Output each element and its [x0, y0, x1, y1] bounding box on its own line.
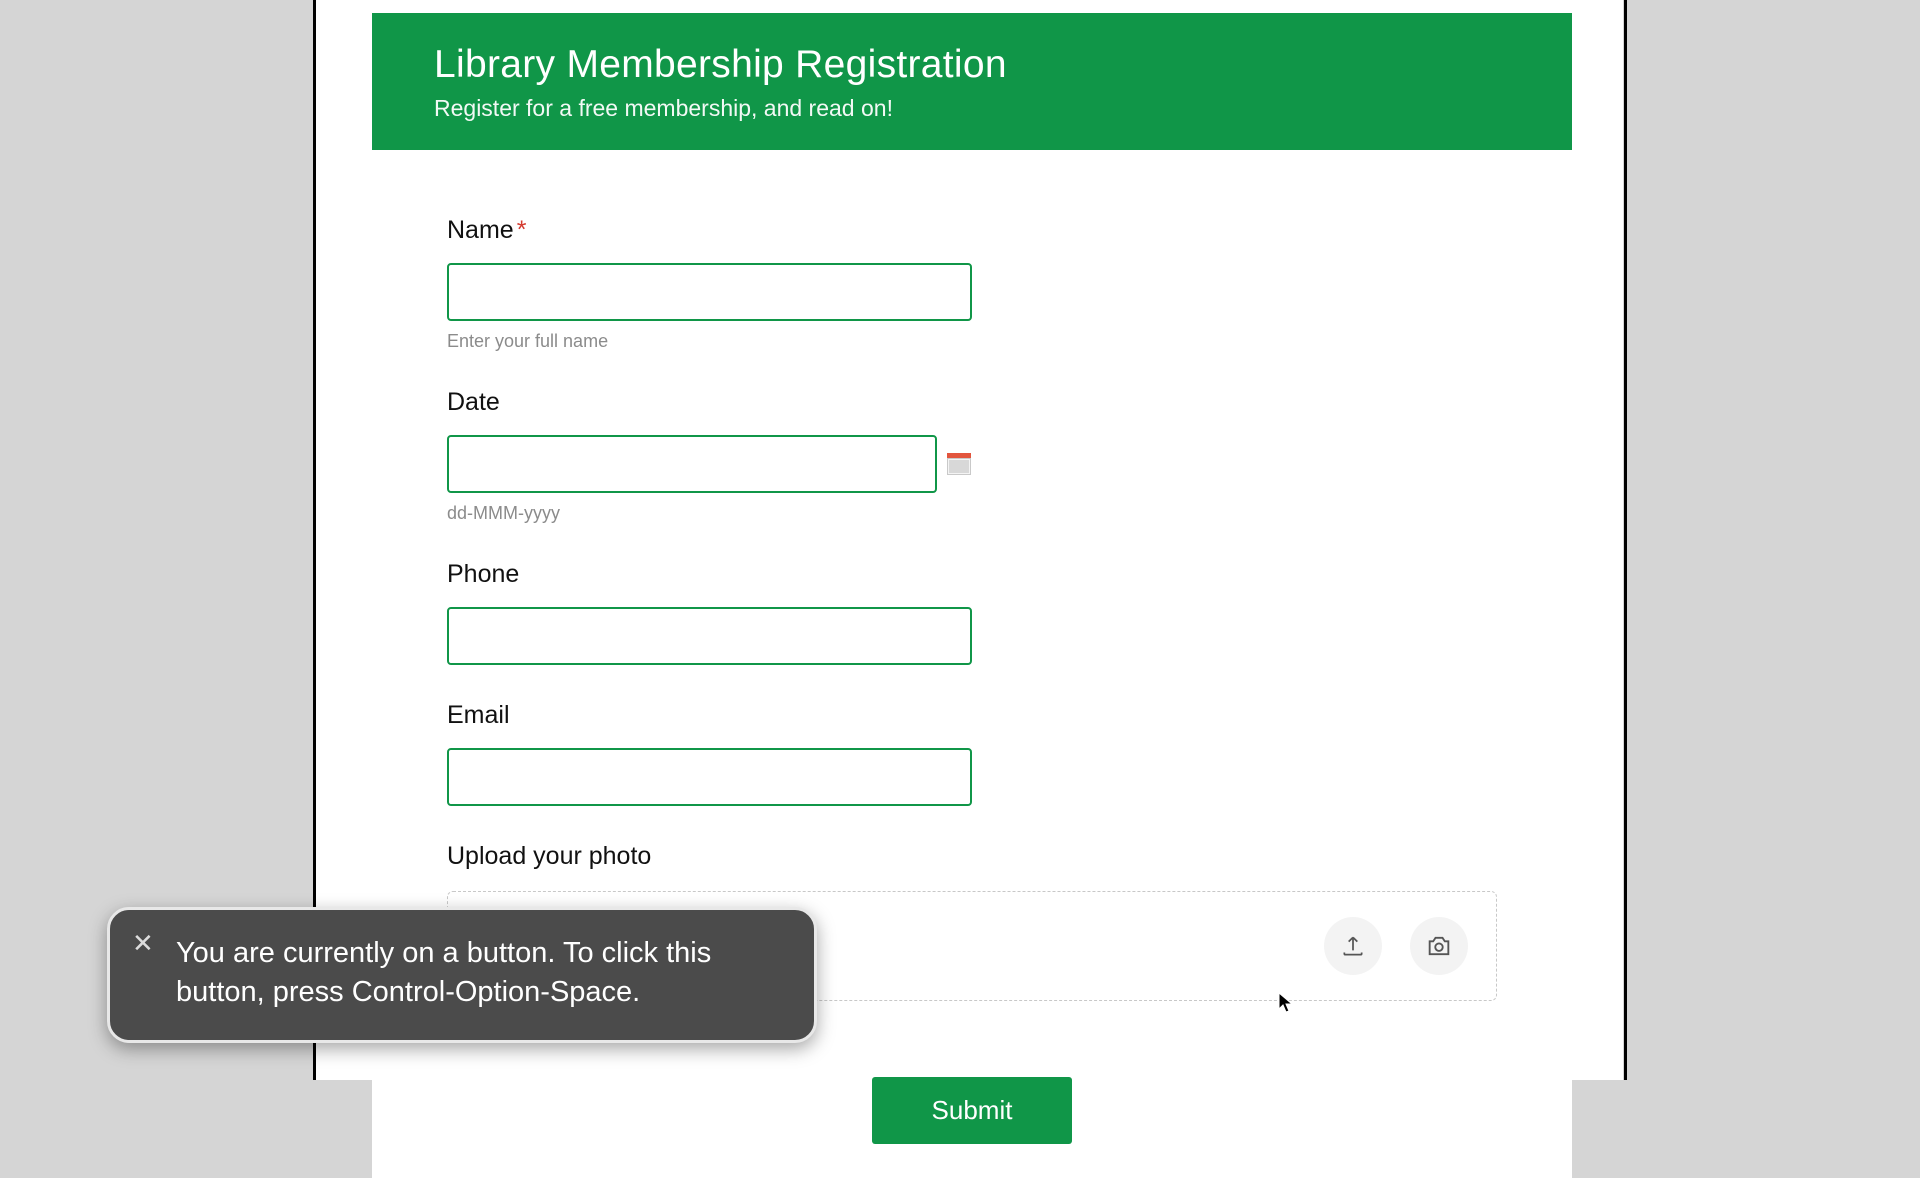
field-phone: Phone: [447, 560, 1497, 665]
date-helper: dd-MMM-yyyy: [447, 503, 1497, 524]
field-email: Email: [447, 701, 1497, 806]
name-input[interactable]: [447, 263, 972, 321]
voiceover-tooltip: ✕ You are currently on a button. To clic…: [107, 907, 817, 1043]
name-helper: Enter your full name: [447, 331, 1497, 352]
phone-label: Phone: [447, 560, 1497, 589]
form-title: Library Membership Registration: [434, 43, 1510, 87]
date-input[interactable]: [447, 435, 937, 493]
email-input[interactable]: [447, 748, 972, 806]
close-icon[interactable]: ✕: [132, 930, 154, 956]
upload-icon-group: [1324, 917, 1468, 975]
submit-button[interactable]: Submit: [872, 1077, 1073, 1144]
name-label: Name*: [447, 216, 1497, 245]
form-header: Library Membership Registration Register…: [372, 13, 1572, 150]
name-label-text: Name: [447, 216, 514, 244]
phone-input[interactable]: [447, 607, 972, 665]
form-subtitle: Register for a free membership, and read…: [434, 95, 1510, 122]
camera-icon[interactable]: [1410, 917, 1468, 975]
field-date: Date dd-MMM-yyyy: [447, 388, 1497, 524]
email-label: Email: [447, 701, 1497, 730]
field-name: Name* Enter your full name: [447, 216, 1497, 352]
required-mark: *: [517, 216, 527, 244]
window-border-right: [1624, 0, 1627, 1080]
calendar-icon[interactable]: [947, 453, 971, 475]
date-label: Date: [447, 388, 1497, 417]
voiceover-message: You are currently on a button. To click …: [166, 934, 784, 1012]
upload-label: Upload your photo: [447, 842, 1497, 871]
upload-icon[interactable]: [1324, 917, 1382, 975]
submit-row: Submit: [447, 1071, 1497, 1138]
